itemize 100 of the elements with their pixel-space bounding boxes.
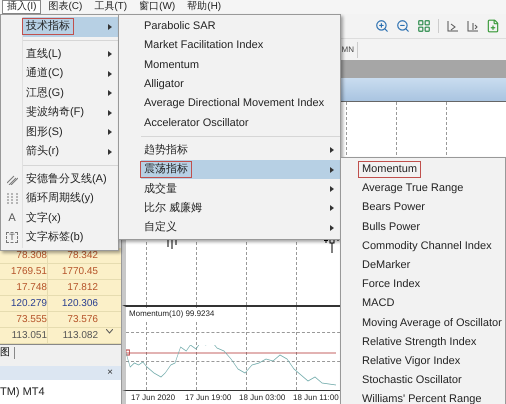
menu-item[interactable]: Bears Power — [359, 198, 506, 218]
menu-item[interactable]: 图形(S) — [23, 122, 118, 142]
menu-item[interactable]: 趋势指标 — [141, 140, 340, 160]
zoom-in-icon[interactable] — [375, 19, 389, 33]
menu-item-label: Alligator — [143, 77, 185, 92]
menu-item-label: Momentum — [143, 58, 200, 73]
menu-item-label: Commodity Channel Index — [361, 238, 493, 254]
menu-item[interactable]: Force Index — [359, 275, 506, 294]
menu-item-label: 通道(C) — [25, 66, 64, 82]
close-button[interactable]: × — [107, 368, 113, 378]
menu-item[interactable]: Stochastic Oscillator — [359, 371, 506, 390]
menu-item[interactable]: MACD — [359, 294, 506, 314]
menu-item[interactable]: 震荡指标 — [141, 160, 340, 180]
menu-item-label: 安德鲁分叉线(A) — [25, 172, 108, 187]
menu-item[interactable]: Alligator — [141, 74, 340, 94]
zoom-out-icon[interactable] — [396, 19, 410, 33]
panel-tab[interactable]: 图 — [0, 346, 15, 358]
ask-price: 120.306 — [60, 297, 98, 311]
bid-price: 113.051 — [0, 328, 48, 343]
menu-bar-item[interactable]: 窗口(W) — [134, 0, 180, 14]
ask-price: 1770.45 — [60, 265, 98, 279]
scroll-down-icon — [106, 329, 113, 334]
time-axis-label: 18 Jun 03:00 — [239, 392, 286, 404]
time-axis-label: 18 Jun 11:00 — [293, 392, 340, 404]
menu-item-label: 文字标签(b) — [25, 230, 84, 246]
menu-item-label: Accelerator Oscillator — [143, 116, 250, 131]
new-file-icon[interactable] — [486, 19, 500, 33]
menu-item[interactable]: Accelerator Oscillator — [141, 113, 340, 133]
menu-item-label: Average True Range — [361, 181, 464, 196]
menu-item[interactable]: Relative Vigor Index — [359, 352, 506, 372]
navigator-item[interactable]: TM) MT4 — [0, 384, 45, 400]
text-label-icon: T — [6, 232, 18, 244]
menu-item-label: 箭头(r) — [25, 144, 60, 160]
ask-price: 78.342 — [66, 249, 98, 263]
menu-item-label: 斐波纳奇(F) — [25, 105, 86, 120]
menu-item[interactable]: 循环周期线(y) — [23, 189, 118, 208]
menu-item[interactable]: Commodity Channel Index — [359, 236, 506, 256]
menu-item-label: 趋势指标 — [143, 142, 189, 158]
menu-item[interactable]: Relative Strength Index — [359, 332, 506, 352]
ask-price: 73.576 — [66, 313, 98, 327]
menu-item-label: Market Facilitation Index — [143, 38, 264, 54]
menu-bar-item[interactable]: 插入(I) — [2, 0, 42, 14]
chart-scroll-icon[interactable] — [446, 20, 459, 32]
menu-item[interactable]: 成交量 — [141, 179, 340, 199]
vertical-lines-icon — [6, 192, 18, 205]
ask-price: 17.812 — [66, 281, 98, 295]
menu-item[interactable]: Market Facilitation Index — [141, 36, 340, 56]
menu-item-label: Parabolic SAR — [143, 19, 217, 34]
chart-shift-icon[interactable] — [466, 20, 479, 32]
menu-item[interactable]: 比尔 威廉姆 — [141, 198, 340, 218]
menu-item-label: 技术指标 — [23, 19, 73, 34]
indicator-label: Momentum(10) 99.9234 — [129, 308, 214, 320]
menu-item[interactable]: Momentum — [359, 160, 506, 180]
menu-item-label: 自定义 — [143, 220, 178, 236]
menu-item[interactable]: 直线(L) — [23, 44, 118, 64]
tile-windows-icon[interactable] — [417, 19, 431, 33]
menu-item[interactable]: DeMarker — [359, 256, 506, 276]
menu-item[interactable]: 自定义 — [141, 218, 340, 238]
menu-item-label: 成交量 — [143, 182, 178, 197]
menu-item-label: Bears Power — [361, 200, 426, 216]
bid-price: 73.555 — [0, 312, 48, 327]
bid-price: 17.748 — [0, 280, 48, 295]
menu-item-label: 江恩(G) — [25, 86, 65, 101]
time-axis-label: 17 Jun 2020 — [131, 392, 176, 404]
menu-item[interactable]: 箭头(r) — [23, 142, 118, 162]
menu-bar-item[interactable]: 工具(T) — [89, 0, 132, 14]
menu-item[interactable]: Parabolic SAR — [141, 17, 340, 36]
menu-item-label: 直线(L) — [25, 46, 62, 62]
menu-item-label: Relative Strength Index — [361, 334, 478, 350]
menu-item-label: 循环周期线(y) — [25, 191, 95, 206]
menu-bar-item[interactable]: 图表(C) — [43, 0, 88, 14]
menu-item[interactable]: Average True Range — [359, 179, 506, 198]
menu-item[interactable]: 技术指标 — [23, 17, 118, 36]
time-axis-label: 17 Jun 19:00 — [185, 392, 232, 404]
menu-item-label: Bulls Power — [361, 220, 422, 235]
menu-item[interactable]: 斐波纳奇(F) — [23, 103, 118, 122]
menu-item-label: 比尔 威廉姆 — [143, 200, 204, 216]
menu-item-label: DeMarker — [361, 258, 412, 274]
menu-item[interactable]: 安德鲁分叉线(A) — [23, 170, 118, 189]
menu-item-label: Average Directional Movement Index — [143, 96, 326, 112]
menu-item[interactable]: Bulls Power — [359, 218, 506, 237]
menu-item-label: Stochastic Oscillator — [361, 373, 463, 388]
ask-price: 113.082 — [62, 329, 98, 343]
pitchfork-icon — [6, 174, 18, 185]
menu-bar-item[interactable]: 帮助(H) — [182, 0, 226, 14]
menu-item[interactable]: Average Directional Movement Index — [141, 94, 340, 114]
menu-item-label: Momentum — [359, 162, 420, 178]
text-icon: A — [8, 212, 16, 224]
menu-item[interactable]: 通道(C) — [23, 64, 118, 84]
menu-item-label: Moving Average of Oscillator — [361, 316, 503, 331]
menu-item-label: 图形(S) — [25, 124, 64, 140]
menu-item[interactable]: 江恩(G) — [23, 84, 118, 103]
bid-price: 120.279 — [0, 296, 48, 311]
menu-item-label: Force Index — [361, 277, 422, 292]
bid-price: 1769.51 — [0, 264, 48, 279]
menu-item[interactable]: Momentum — [141, 56, 340, 75]
menu-item-label: Relative Vigor Index — [361, 354, 462, 369]
menu-item-label: 文字(x) — [25, 210, 62, 226]
menu-item-label: MACD — [361, 296, 396, 312]
menu-item[interactable]: Moving Average of Oscillator — [359, 314, 506, 333]
